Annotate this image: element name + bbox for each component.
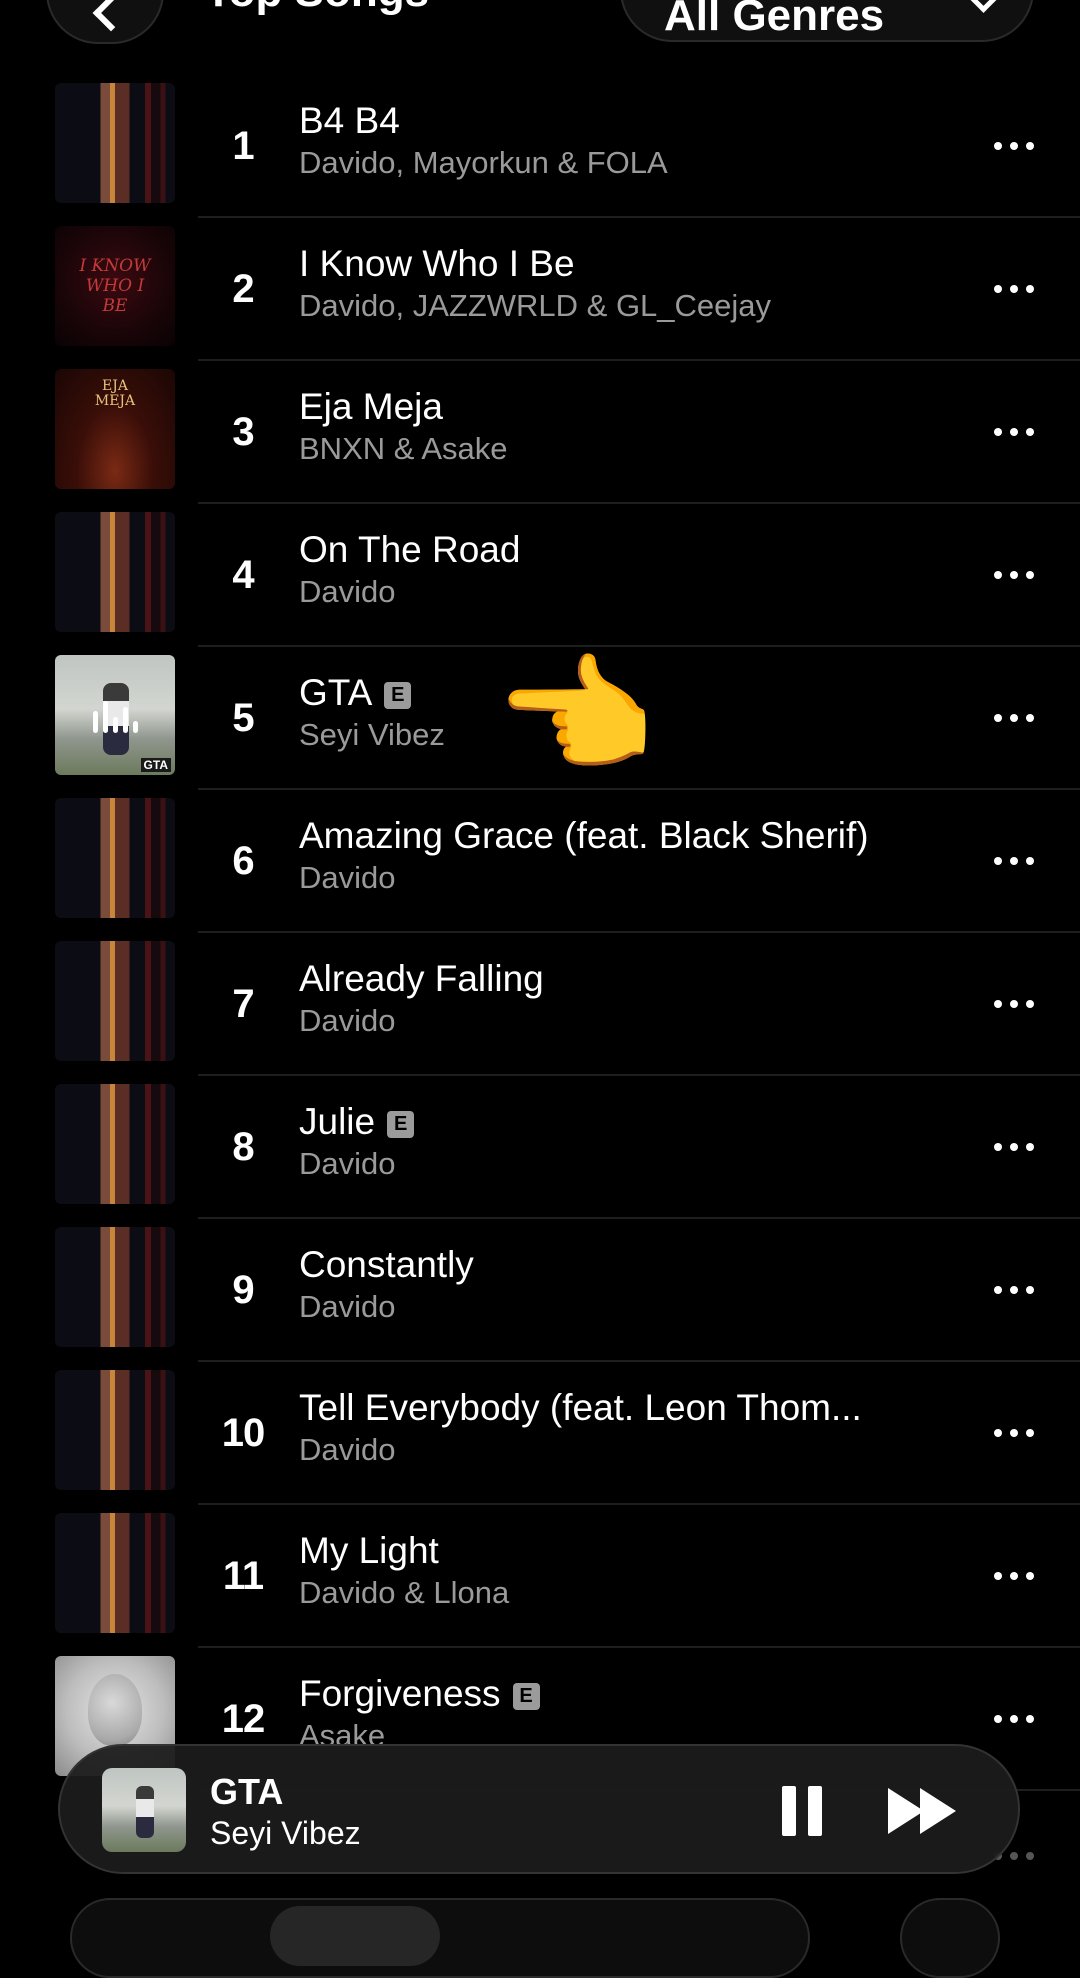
song-row[interactable]: 10 Tell Everybody (feat. Leon Thom... Davi… [0,1362,1080,1505]
song-title: Julie E [299,1100,949,1144]
album-artwork: GTA [55,655,175,775]
tab-bar-selected-indicator [270,1906,440,1966]
back-button[interactable] [46,0,164,44]
song-artist: Davido [299,574,396,609]
artwork-text: GTA [140,758,171,772]
more-options-icon[interactable] [994,996,1034,1012]
song-rank: 7 [232,982,254,1026]
song-artist: Davido [299,1146,396,1181]
more-options-icon[interactable] [994,710,1034,726]
song-row[interactable]: 8 Julie E Davido [0,1076,1080,1219]
album-artwork [55,798,175,918]
song-title: Forgiveness E [299,1672,949,1716]
song-artist: Davido [299,860,396,895]
tab-bar[interactable] [70,1898,810,1978]
song-rank: 8 [232,1125,254,1169]
pointing-hand-emoji: 👉 [498,640,660,792]
song-rank: 10 [221,1411,266,1455]
artwork-text: EJA MEJA [94,378,136,409]
explicit-badge: E [384,682,412,709]
song-artist: Davido, JAZZWRLD & GL_Ceejay [299,288,772,323]
song-title: B4 B4 [299,100,400,141]
more-options-icon[interactable] [994,1425,1034,1441]
search-tab-button[interactable] [900,1898,1000,1978]
album-artwork: EJA MEJA [55,369,175,489]
song-row[interactable]: I KNOW WHO I BE 2 I Know Who I Be Davido, J… [0,218,1080,361]
album-artwork [55,941,175,1061]
song-title: I Know Who I Be [299,243,575,284]
chevron-left-icon [92,0,130,32]
song-row[interactable]: EJA MEJA 3 Eja Meja BNXN & Asake [0,361,1080,504]
song-title: Amazing Grace (feat. Black Sherif) [299,815,869,856]
song-row[interactable]: 6 Amazing Grace (feat. Black Sherif) David… [0,790,1080,933]
forward-icon[interactable] [888,1788,958,1834]
song-artist: Davido & Llona [299,1575,510,1610]
song-row[interactable]: 4 On The Road Davido [0,504,1080,647]
song-artist: Davido, Mayorkun & FOLA [299,145,668,180]
album-artwork [55,83,175,203]
song-row[interactable]: 11 My Light Davido & Llona [0,1505,1080,1648]
explicit-badge: E [512,1683,540,1710]
artwork-text: I KNOW WHO I BE [79,256,151,316]
song-row[interactable]: 7 Already Falling Davido [0,933,1080,1076]
song-artist: Davido [299,1432,396,1467]
more-options-icon[interactable] [994,1139,1034,1155]
album-artwork [55,1227,175,1347]
genre-filter-label: All Genres [664,0,885,40]
song-rank: 6 [232,839,254,883]
album-artwork [55,1370,175,1490]
song-artist: Davido [299,1289,396,1324]
now-playing-artist: Seyi Vibez [210,1815,361,1851]
album-artwork [55,1513,175,1633]
album-artwork [55,512,175,632]
explicit-badge: E [387,1111,415,1138]
more-options-icon[interactable] [994,1711,1034,1727]
more-options-icon[interactable] [994,281,1034,297]
song-rank: 9 [232,1268,254,1312]
song-artist: BNXN & Asake [299,431,508,466]
song-row[interactable]: 1 B4 B4 Davido, Mayorkun & FOLA [0,75,1080,218]
song-rank: 3 [232,410,254,454]
genre-filter-button[interactable]: All Genres [620,0,1034,42]
song-rank: 2 [232,267,254,311]
song-title: On The Road [299,529,521,570]
song-rank: 4 [232,553,254,597]
album-artwork: I KNOW WHO I BE [55,226,175,346]
more-options-icon[interactable] [994,1282,1034,1298]
more-options-icon[interactable] [994,1568,1034,1584]
song-rank: 11 [222,1554,264,1598]
song-title: Constantly [299,1244,474,1285]
album-artwork [55,1084,175,1204]
more-options-icon[interactable] [994,853,1034,869]
pause-icon[interactable] [780,1786,824,1836]
song-artist: Davido [299,1003,396,1038]
song-title: Already Falling [299,958,544,999]
now-playing-equalizer-icon [93,701,138,733]
song-rank: 1 [232,124,254,168]
song-title: My Light [299,1530,439,1571]
song-row[interactable]: 9 Constantly Davido [0,1219,1080,1362]
chevron-down-icon [970,0,997,13]
now-playing-artwork[interactable] [102,1768,186,1852]
song-title: Eja Meja [299,386,443,427]
page-title: Top Songs [205,0,429,14]
more-options-icon[interactable] [994,567,1034,583]
song-title: Tell Everybody (feat. Leon Thom... [299,1387,862,1428]
more-options-icon[interactable] [994,424,1034,440]
mini-player[interactable]: GTA Seyi Vibez [58,1744,1020,1874]
now-playing-title: GTA [210,1771,284,1812]
song-rank: 5 [232,696,254,740]
song-list: 1 B4 B4 Davido, Mayorkun & FOLA I KNOW WHO … [0,75,1080,1791]
more-options-icon[interactable] [994,138,1034,154]
